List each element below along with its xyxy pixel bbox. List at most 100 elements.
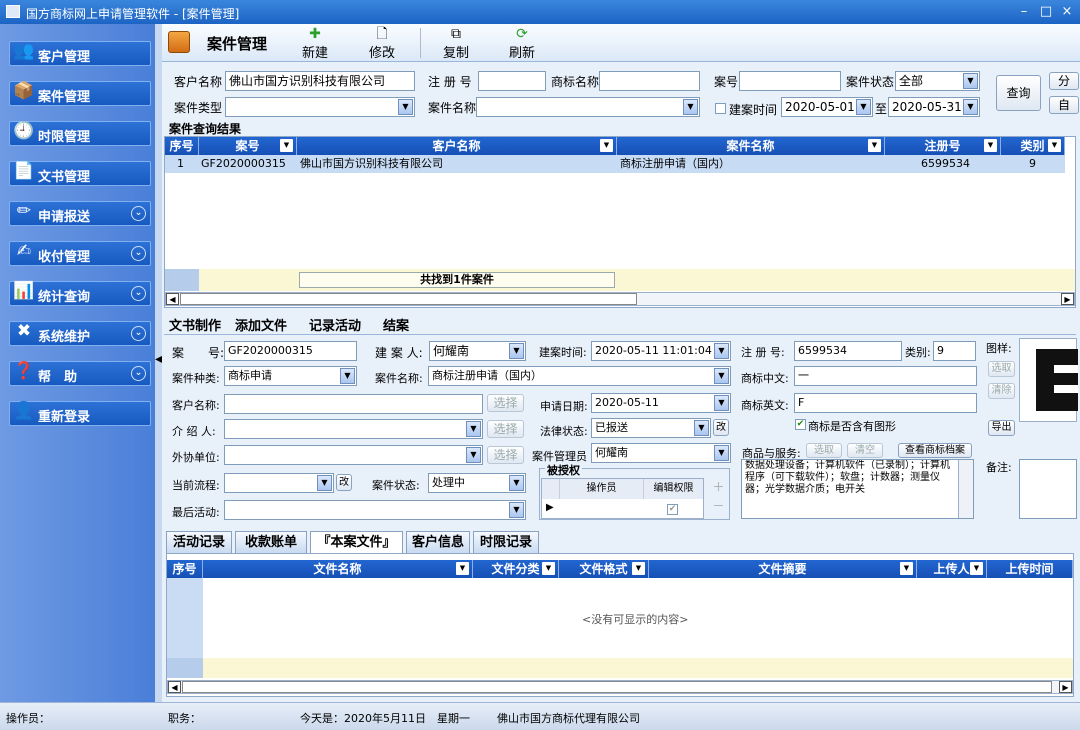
dropdown-arrow-icon[interactable]: ▼ bbox=[509, 343, 524, 359]
d-name-select[interactable]: 商标注册申请（国内） ▼ bbox=[428, 366, 731, 386]
edit-permission-checkbox[interactable]: ✔ bbox=[667, 504, 678, 515]
d-en-input[interactable]: F bbox=[794, 393, 977, 413]
sidebar-item-help[interactable]: ❓ 帮 助 ⌄ bbox=[9, 361, 151, 386]
new-button[interactable]: ✚ 新建 bbox=[302, 26, 328, 61]
d-last-select[interactable]: ▼ bbox=[224, 500, 526, 520]
scroll-left-icon[interactable]: ◀ bbox=[168, 681, 181, 693]
sidebar-item-document[interactable]: 📄 文书管理 bbox=[9, 161, 151, 186]
stats-button[interactable]: 分 bbox=[1049, 72, 1079, 90]
dropdown-arrow-icon[interactable]: ▼ bbox=[714, 445, 729, 461]
dropdown-arrow-icon[interactable]: ▼ bbox=[466, 421, 481, 437]
scroll-thumb[interactable] bbox=[182, 681, 1052, 693]
sidebar-item-deadline[interactable]: 🕘 时限管理 bbox=[9, 121, 151, 146]
dropdown-arrow-icon[interactable]: ▼ bbox=[317, 475, 332, 491]
remove-auth-icon[interactable]: － bbox=[710, 497, 727, 513]
scroll-right-icon[interactable]: ▶ bbox=[1061, 293, 1074, 305]
image-clear-button[interactable]: 清除 bbox=[988, 383, 1015, 399]
goods-scrollbar[interactable] bbox=[958, 460, 973, 518]
tab-deadline[interactable]: 时限记录 bbox=[473, 531, 539, 553]
col-header-reg-no[interactable]: 注册号 ▼ bbox=[885, 137, 1001, 155]
sidebar-item-relogin[interactable]: 👤 重新登录 bbox=[9, 401, 151, 426]
filter-arrow-icon[interactable]: ▼ bbox=[900, 562, 913, 575]
sidebar-item-system[interactable]: ✖ 系统维护 ⌄ bbox=[9, 321, 151, 346]
dropdown-arrow-icon[interactable]: ▼ bbox=[856, 99, 871, 115]
tab-client-info[interactable]: 客户信息 bbox=[406, 531, 470, 553]
view-trademark-file-button[interactable]: 查看商标档案 bbox=[898, 443, 972, 458]
d-assist-select-button[interactable]: 选择 bbox=[487, 446, 524, 464]
dropdown-arrow-icon[interactable]: ▼ bbox=[714, 343, 729, 359]
maximize-button[interactable]: □ bbox=[1037, 3, 1055, 21]
filter-arrow-icon[interactable]: ▼ bbox=[984, 139, 997, 152]
dropdown-arrow-icon[interactable]: ▼ bbox=[340, 368, 355, 384]
auto-button[interactable]: 自 bbox=[1049, 96, 1079, 114]
d-legal-edit-button[interactable]: 改 bbox=[713, 419, 729, 436]
col-header-case-no[interactable]: 案号 ▼ bbox=[199, 137, 297, 155]
filter-arrow-icon[interactable]: ▼ bbox=[280, 139, 293, 152]
goods-pick-button[interactable]: 选取 bbox=[806, 443, 842, 458]
dropdown-arrow-icon[interactable]: ▼ bbox=[963, 73, 978, 89]
tab-billing[interactable]: 收款账单 bbox=[235, 531, 307, 553]
case-name-select[interactable]: ▼ bbox=[476, 97, 700, 117]
scroll-right-icon[interactable]: ▶ bbox=[1059, 681, 1072, 693]
dropdown-arrow-icon[interactable]: ▼ bbox=[714, 395, 729, 411]
detail-tab-add-file[interactable]: 添加文件 bbox=[235, 315, 287, 334]
dropdown-arrow-icon[interactable]: ▼ bbox=[694, 420, 709, 436]
reg-no-input[interactable] bbox=[478, 71, 546, 91]
tab-case-files[interactable]: 『本案文件』 bbox=[310, 531, 403, 553]
refresh-button[interactable]: ⟳ 刷新 bbox=[509, 26, 535, 61]
dropdown-arrow-icon[interactable]: ▼ bbox=[398, 99, 413, 115]
d-client-select-button[interactable]: 选择 bbox=[487, 394, 524, 412]
case-no-input[interactable] bbox=[739, 71, 841, 91]
d-flow-edit-button[interactable]: 改 bbox=[336, 474, 352, 491]
d-case-no-input[interactable]: GF2020000315 bbox=[224, 341, 357, 361]
client-name-input[interactable]: 佛山市国方识别科技有限公司 bbox=[225, 71, 415, 91]
remark-textarea[interactable] bbox=[1019, 459, 1077, 519]
tab-activity[interactable]: 活动记录 bbox=[166, 531, 232, 553]
edit-button[interactable]: 🗋 修改 bbox=[369, 26, 395, 61]
trademark-name-input[interactable] bbox=[599, 71, 700, 91]
sidebar-item-payment[interactable]: ✍ 收付管理 ⌄ bbox=[9, 241, 151, 266]
col-header-client[interactable]: 客户名称 ▼ bbox=[297, 137, 617, 155]
image-export-button[interactable]: 导出 bbox=[988, 420, 1015, 436]
filter-arrow-icon[interactable]: ▼ bbox=[1048, 139, 1061, 152]
detail-tab-record[interactable]: 记录活动 bbox=[309, 315, 361, 334]
d-intro-select[interactable]: ▼ bbox=[224, 419, 483, 439]
files-col-category[interactable]: 文件分类 ▼ bbox=[473, 560, 559, 578]
files-hscroll[interactable]: ◀ ▶ bbox=[167, 680, 1073, 694]
add-auth-icon[interactable]: ＋ bbox=[710, 478, 727, 494]
copy-button[interactable]: ⧉ 复制 bbox=[443, 26, 469, 61]
sidebar-item-case[interactable]: 📦 案件管理 bbox=[9, 81, 151, 106]
col-header-case-name[interactable]: 案件名称 ▼ bbox=[617, 137, 885, 155]
d-state-select[interactable]: 处理中 ▼ bbox=[428, 473, 526, 493]
d-legal-select[interactable]: 已报送 ▼ bbox=[591, 418, 711, 438]
d-reg-input[interactable]: 6599534 bbox=[794, 341, 902, 361]
goods-clear-button[interactable]: 清空 bbox=[847, 443, 883, 458]
dropdown-arrow-icon[interactable]: ▼ bbox=[714, 368, 729, 384]
files-col-uploader[interactable]: 上传人 ▼ bbox=[917, 560, 987, 578]
d-creator-select[interactable]: 何耀南 ▼ bbox=[429, 341, 526, 361]
filter-arrow-icon[interactable]: ▼ bbox=[632, 562, 645, 575]
sidebar-item-stats[interactable]: 📊 统计查询 ⌄ bbox=[9, 281, 151, 306]
sidebar-splitter[interactable]: ◀ bbox=[155, 24, 163, 702]
detail-tab-close[interactable]: 结案 bbox=[383, 315, 409, 334]
image-pick-button[interactable]: 选取 bbox=[988, 361, 1015, 377]
d-assist-select[interactable]: ▼ bbox=[224, 445, 483, 465]
table-row[interactable]: 1 GF2020000315 佛山市国方识别科技有限公司 商标注册申请（国内） … bbox=[165, 155, 1065, 173]
dropdown-arrow-icon[interactable]: ▼ bbox=[509, 475, 524, 491]
case-type-select[interactable]: ▼ bbox=[225, 97, 415, 117]
d-created-picker[interactable]: 2020-05-11 11:01:04 ▼ bbox=[591, 341, 731, 361]
filter-arrow-icon[interactable]: ▼ bbox=[542, 562, 555, 575]
files-col-format[interactable]: 文件格式 ▼ bbox=[559, 560, 649, 578]
scroll-left-icon[interactable]: ◀ bbox=[166, 293, 179, 305]
files-col-summary[interactable]: 文件摘要 ▼ bbox=[649, 560, 917, 578]
query-button[interactable]: 查询 bbox=[996, 75, 1041, 111]
date-filter-checkbox[interactable] bbox=[715, 103, 726, 114]
close-button[interactable]: × bbox=[1058, 3, 1076, 21]
dropdown-arrow-icon[interactable]: ▼ bbox=[683, 99, 698, 115]
has-image-checkbox[interactable]: ✔ bbox=[795, 419, 806, 430]
sidebar-item-client[interactable]: 👥 客户管理 bbox=[9, 41, 151, 66]
date-to-picker[interactable]: 2020-05-31 ▼ bbox=[888, 97, 980, 117]
scroll-thumb[interactable] bbox=[180, 293, 637, 305]
d-cn-input[interactable]: 一 bbox=[794, 366, 977, 386]
detail-tab-docs[interactable]: 文书制作 bbox=[169, 315, 221, 334]
